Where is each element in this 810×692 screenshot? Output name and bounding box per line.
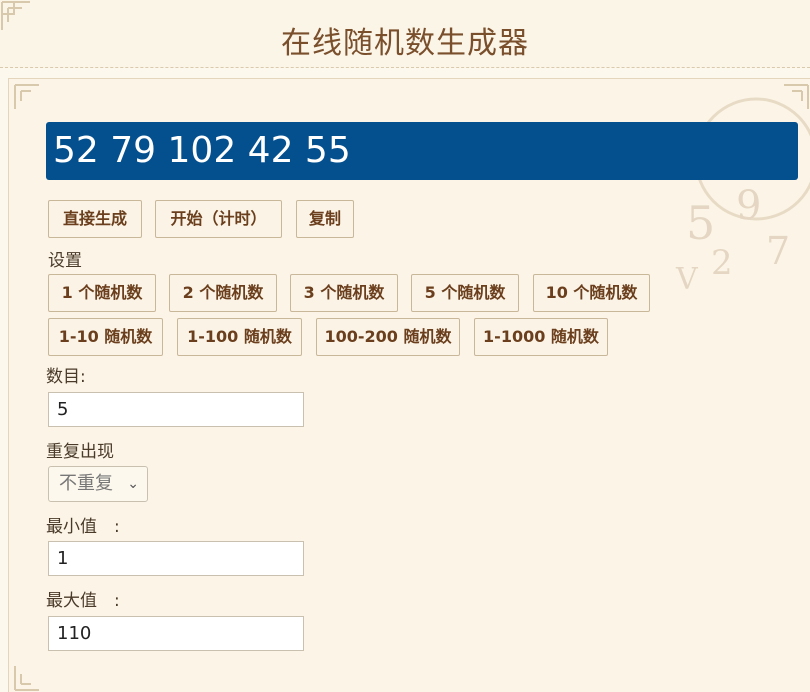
repeat-select[interactable]: 不重复 ⌄ <box>48 466 148 502</box>
svg-text:2: 2 <box>711 243 733 283</box>
range-1-10-button[interactable]: 1-10 随机数 <box>48 318 163 356</box>
settings-label: 设置 <box>48 251 82 271</box>
repeat-select-value: 不重复 <box>59 473 113 494</box>
preset-5-button[interactable]: 5 个随机数 <box>411 274 519 312</box>
svg-text:V: V <box>675 262 699 297</box>
copy-button[interactable]: 复制 <box>296 200 354 238</box>
svg-text:9: 9 <box>736 183 761 229</box>
range-1-1000-button[interactable]: 1-1000 随机数 <box>474 318 608 356</box>
corner-ornament-icon <box>13 83 53 123</box>
start-timed-button[interactable]: 开始（计时） <box>155 200 282 238</box>
count-label: 数目: <box>46 367 86 387</box>
max-input[interactable]: 110 <box>48 616 304 651</box>
page-header: 在线随机数生成器 <box>0 0 810 68</box>
repeat-label: 重复出现 <box>46 442 114 462</box>
preset-3-button[interactable]: 3 个随机数 <box>290 274 398 312</box>
range-1-100-button[interactable]: 1-100 随机数 <box>177 318 302 356</box>
svg-text:7: 7 <box>766 229 790 273</box>
corner-ornament-icon <box>13 652 53 692</box>
page-title: 在线随机数生成器 <box>281 26 529 61</box>
preset-10-button[interactable]: 10 个随机数 <box>533 274 650 312</box>
preset-1-button[interactable]: 1 个随机数 <box>48 274 156 312</box>
chevron-down-icon: ⌄ <box>127 476 139 492</box>
min-label: 最小值 : <box>46 517 120 537</box>
max-label: 最大值 : <box>46 591 120 611</box>
range-100-200-button[interactable]: 100-200 随机数 <box>316 318 460 356</box>
min-input[interactable]: 1 <box>48 541 304 576</box>
preset-2-button[interactable]: 2 个随机数 <box>169 274 277 312</box>
count-input[interactable]: 5 <box>48 392 304 427</box>
generate-button[interactable]: 直接生成 <box>48 200 142 238</box>
random-result-display: 52 79 102 42 55 <box>46 122 798 180</box>
svg-text:5: 5 <box>686 196 715 250</box>
